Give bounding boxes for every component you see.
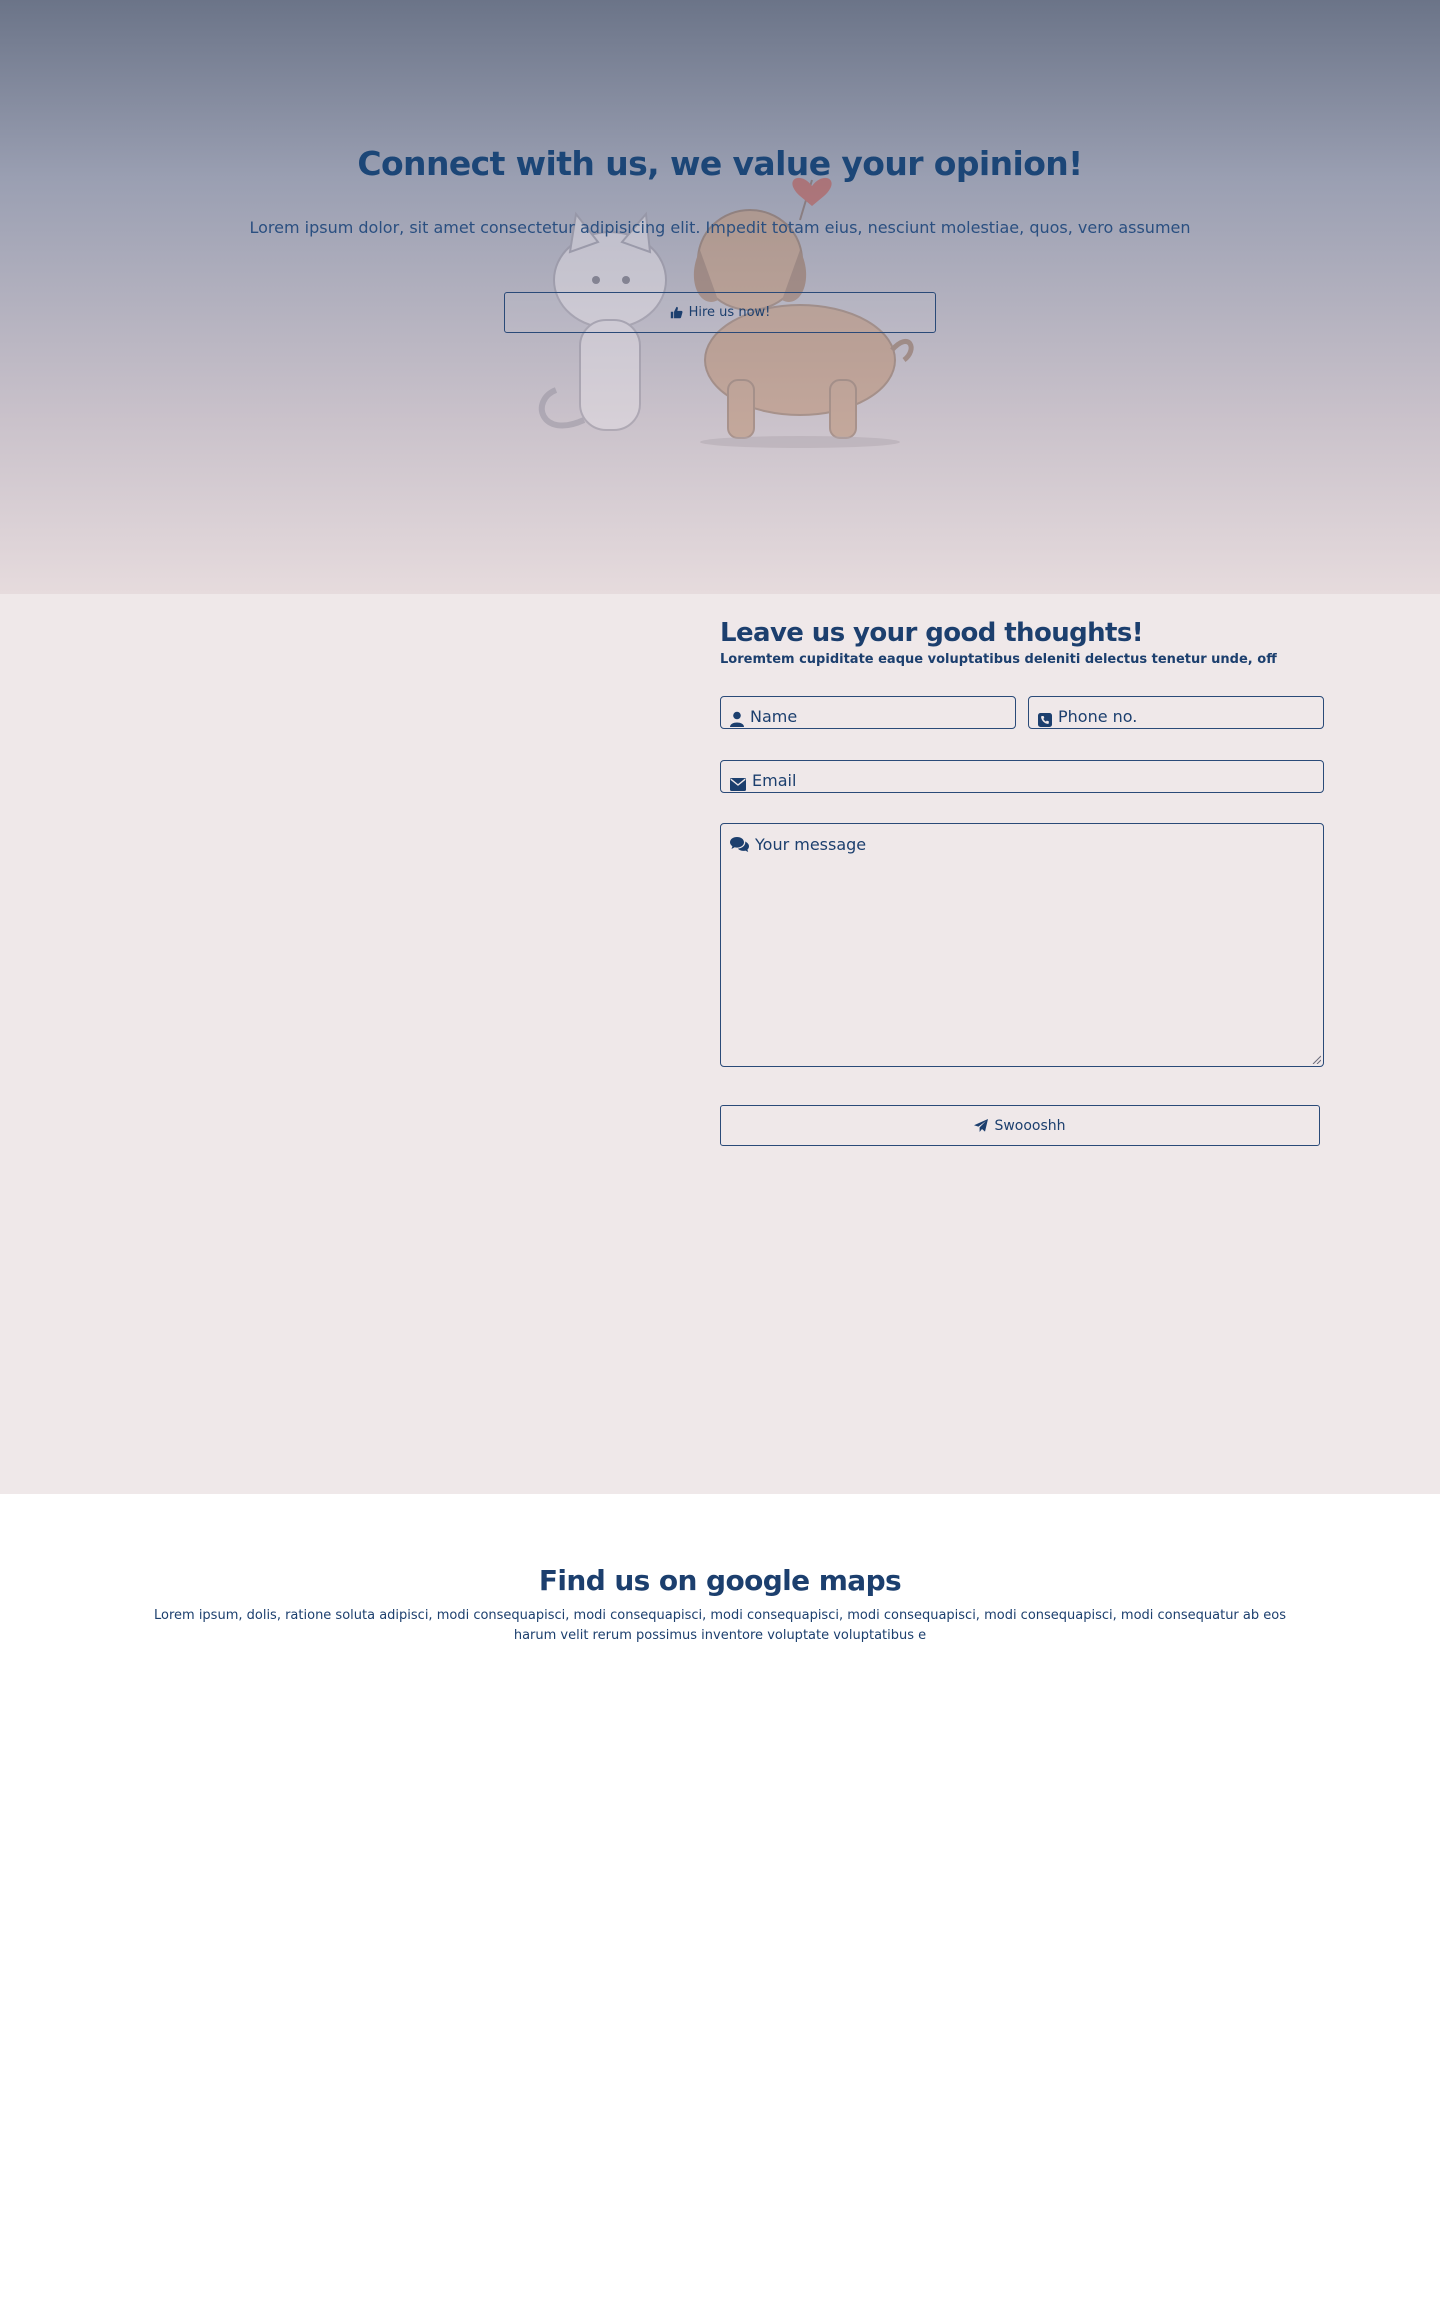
email-field[interactable]: Email: [720, 760, 1324, 793]
contact-section: Leave us your good thoughts! Loremtem cu…: [0, 594, 1440, 1494]
message-placeholder: Your message: [755, 835, 867, 854]
maps-title: Find us on google maps: [538, 1564, 902, 1597]
hero-title: Connect with us, we value your opinion!: [357, 144, 1083, 183]
message-textarea[interactable]: Your message: [720, 823, 1324, 1067]
name-field[interactable]: Name: [720, 696, 1016, 729]
envelope-icon: [730, 778, 746, 791]
paper-plane-icon: [974, 1118, 989, 1133]
comments-icon: [730, 837, 749, 852]
resize-handle-icon[interactable]: [1312, 1055, 1321, 1064]
submit-button[interactable]: Swoooshh: [720, 1105, 1320, 1146]
maps-subtitle: Lorem ipsum, dolis, ratione soluta adipi…: [154, 1608, 1286, 1643]
form-title: Leave us your good thoughts!: [720, 618, 1144, 648]
hero-subtitle: Lorem ipsum dolor, sit amet consectetur …: [249, 218, 1191, 237]
phone-field[interactable]: Phone no.: [1028, 696, 1324, 729]
submit-label: Swoooshh: [994, 1117, 1066, 1134]
hire-us-label: Hire us now!: [688, 305, 771, 320]
thumbs-up-icon: [670, 306, 683, 319]
form-subtitle: Loremtem cupiditate eaque voluptatibus d…: [720, 652, 1277, 667]
phone-icon: [1038, 713, 1052, 727]
email-placeholder: Email: [752, 771, 797, 790]
hero-section: Connect with us, we value your opinion! …: [0, 0, 1440, 594]
contact-form-header: Leave us your good thoughts! Loremtem cu…: [720, 618, 1324, 667]
name-placeholder: Name: [750, 707, 798, 726]
phone-placeholder: Phone no.: [1058, 707, 1138, 726]
maps-section: Find us on google maps Lorem ipsum, doli…: [0, 1494, 1440, 2311]
hire-us-button[interactable]: Hire us now!: [504, 292, 936, 333]
user-icon: [730, 711, 744, 727]
